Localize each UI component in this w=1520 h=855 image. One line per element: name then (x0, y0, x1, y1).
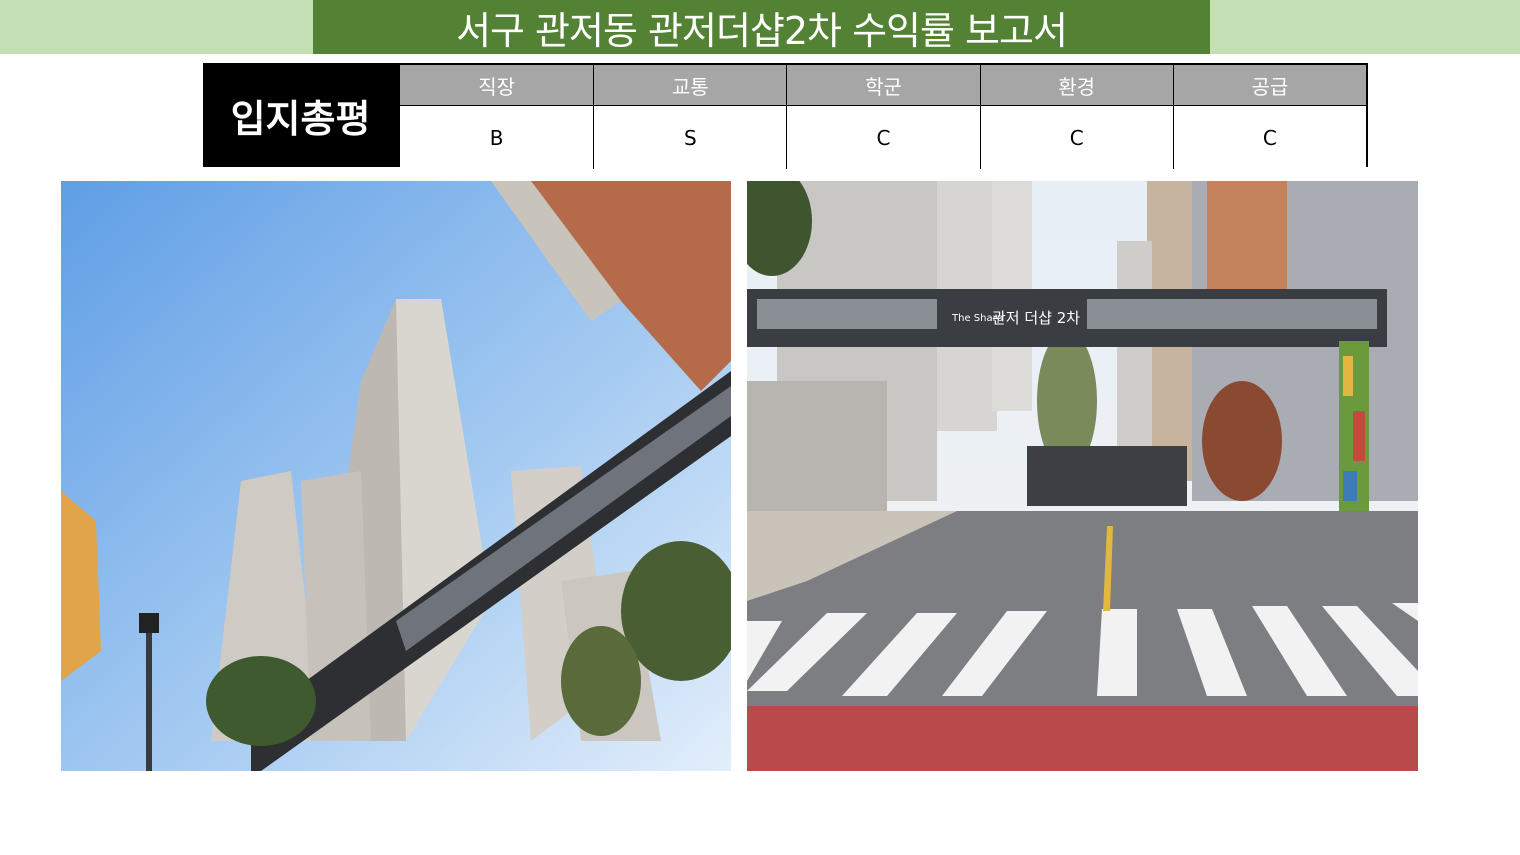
header-band-left (0, 0, 313, 54)
gate-sign-text: 관저 더샵 2차 (992, 309, 1080, 327)
grade-work: B (400, 106, 594, 169)
header-band-right (1210, 0, 1520, 54)
column-header-school: 학군 (786, 65, 980, 106)
apartment-photo-left (61, 181, 731, 771)
summary-label: 입지총평 (203, 63, 398, 167)
location-summary-table: 입지총평 직장 교통 학군 환경 공급 B S C C C (203, 63, 1368, 169)
column-header-supply: 공급 (1172, 65, 1366, 106)
entrance-gate-illustration: The Sharp 관저 더샵 2차 (747, 181, 1418, 771)
column-header-transport: 교통 (593, 65, 787, 106)
grade-grid: 직장 교통 학군 환경 공급 B S C C C (398, 63, 1368, 169)
report-page: 서구 관저동 관저더샵2차 수익률 보고서 입지총평 직장 교통 학군 환경 공… (0, 0, 1520, 855)
grade-transport: S (593, 106, 787, 169)
title-bar: 서구 관저동 관저더샵2차 수익률 보고서 (313, 0, 1210, 54)
page-title: 서구 관저동 관저더샵2차 수익률 보고서 (456, 8, 1068, 53)
grade-environment: C (979, 106, 1173, 169)
apartment-photo-right: The Sharp 관저 더샵 2차 (747, 181, 1418, 771)
apartment-towers-illustration (61, 181, 731, 771)
column-header-work: 직장 (400, 65, 594, 106)
grade-school: C (786, 106, 980, 169)
grade-supply: C (1172, 106, 1366, 169)
column-header-environment: 환경 (979, 65, 1173, 106)
